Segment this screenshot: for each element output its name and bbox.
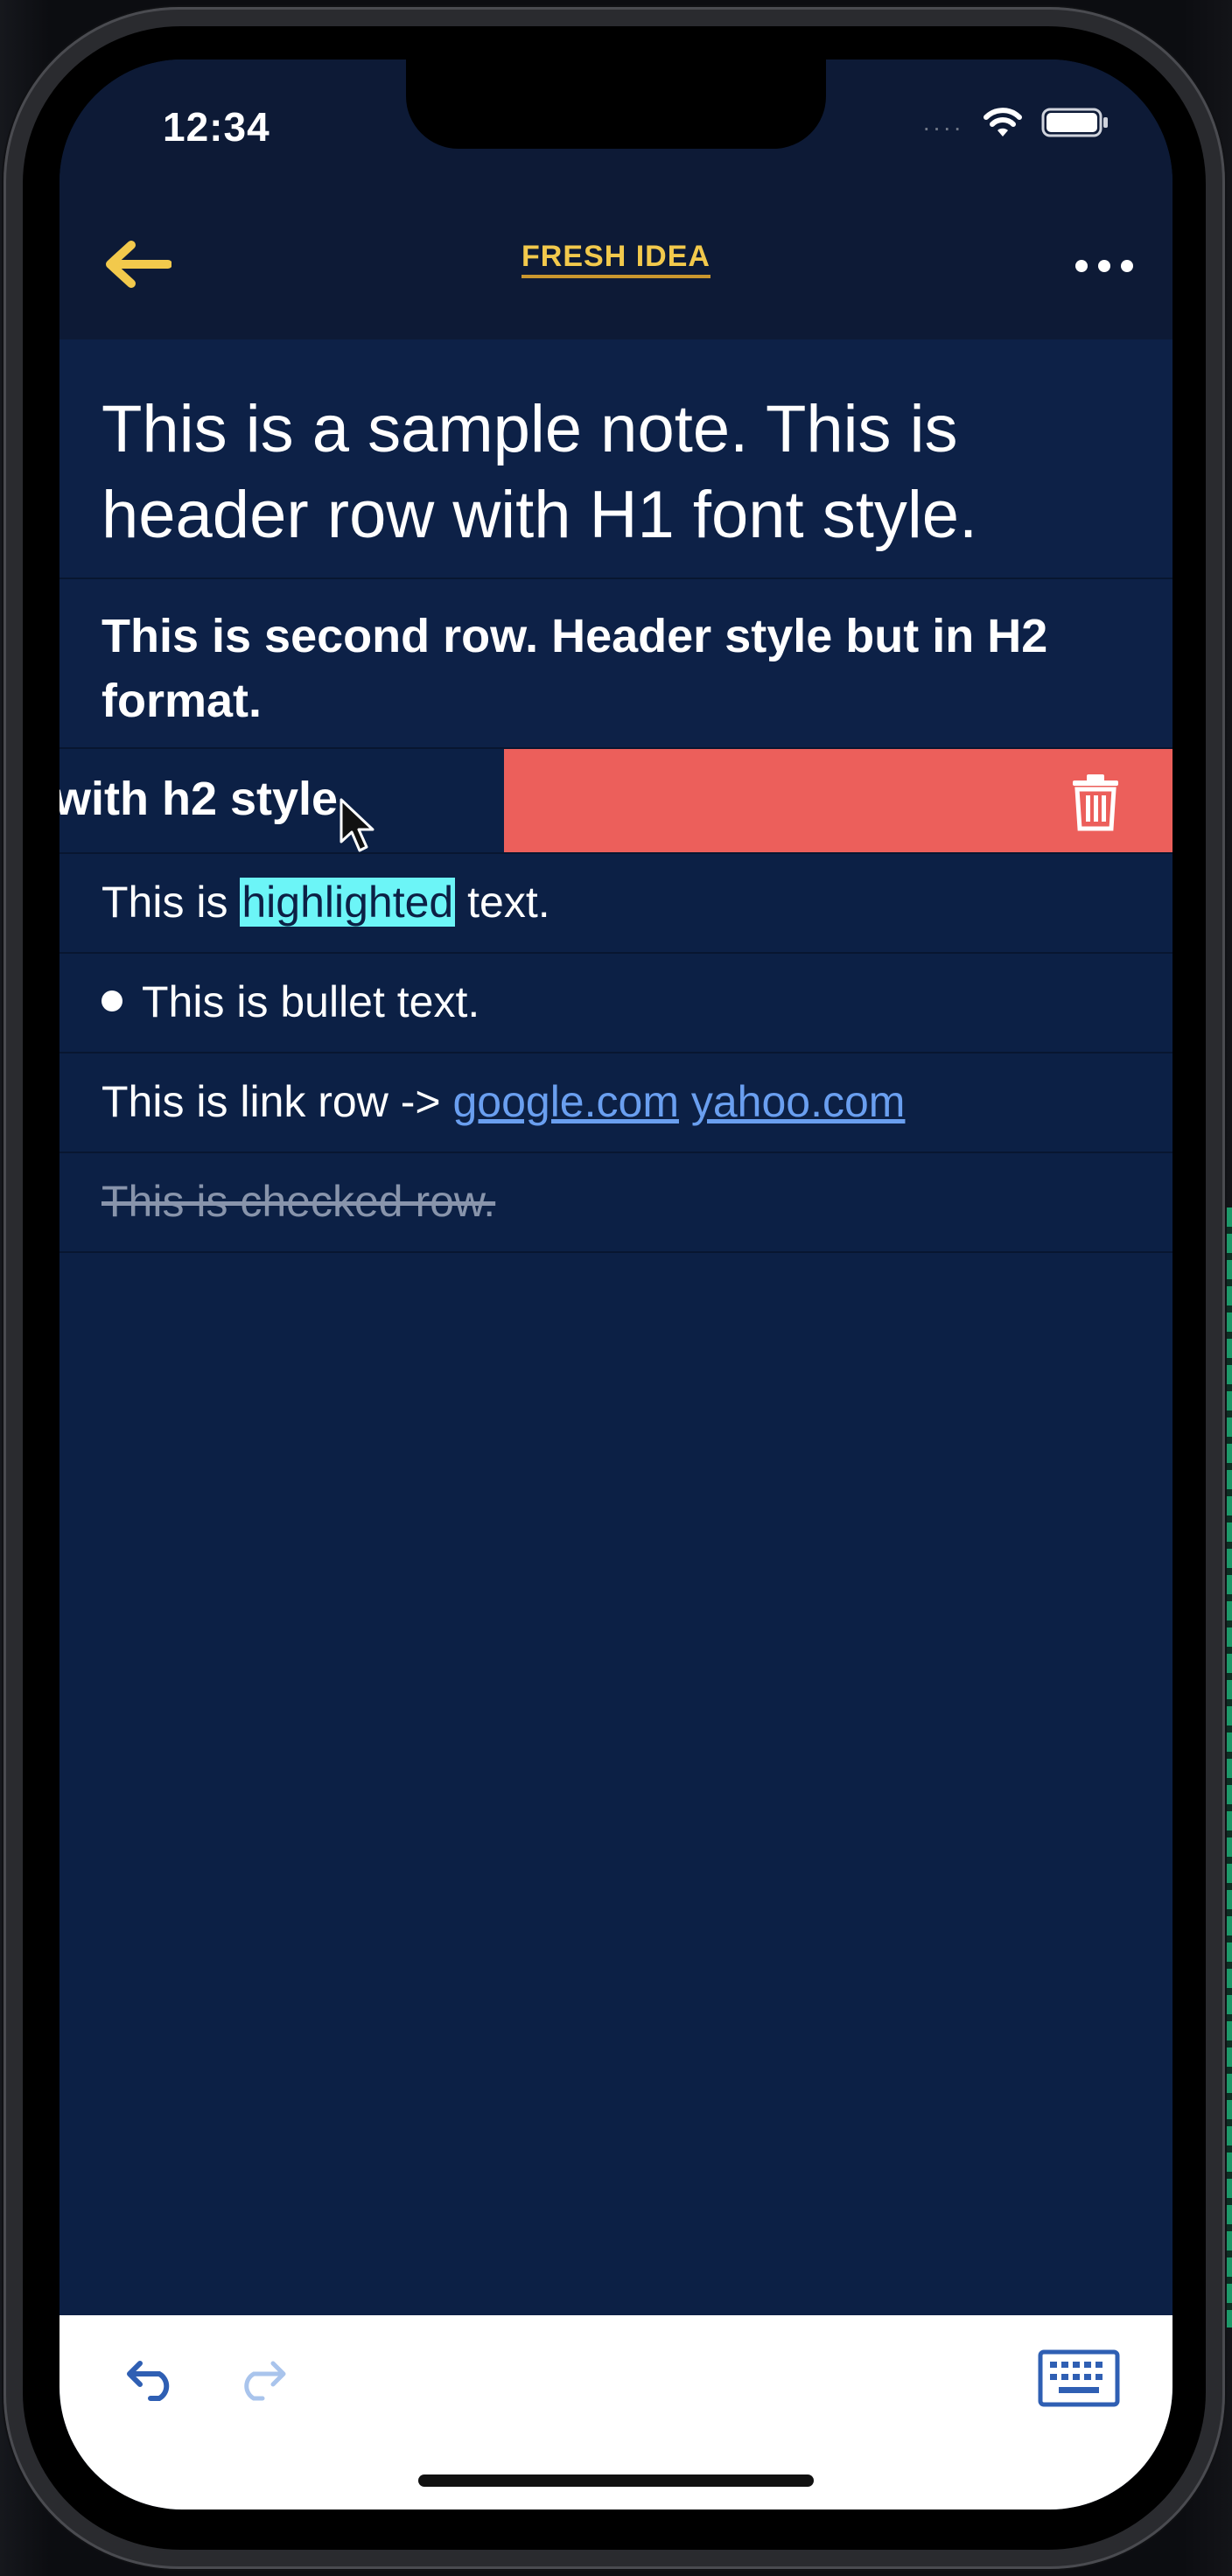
note-title-text: FRESH IDEA: [522, 240, 710, 278]
note-row-h1[interactable]: This is a sample note. This is header ro…: [60, 340, 1172, 579]
keyboard-icon: [1038, 2349, 1120, 2407]
keyboard-button[interactable]: [1031, 2343, 1127, 2413]
highlight-suffix: text.: [455, 878, 550, 927]
bullet-icon: [102, 990, 122, 1012]
link-google[interactable]: google.com: [452, 1077, 679, 1126]
undo-icon: [127, 2361, 170, 2401]
status-time: 12:34: [163, 104, 270, 150]
highlighted-text: highlighted: [240, 878, 456, 927]
app-header: FRESH IDEA: [60, 191, 1172, 340]
h2-text: This is second row. Header style but in …: [102, 610, 1048, 727]
link-yahoo[interactable]: yahoo.com: [691, 1077, 906, 1126]
signal-icon: ....: [922, 108, 964, 136]
note-row-bullet[interactable]: This is bullet text.: [60, 954, 1172, 1054]
status-icons: ....: [923, 107, 1110, 138]
trash-icon: [1073, 774, 1118, 831]
phone-screen: 12:34 .... FRESH IDEA This is a sample n…: [60, 60, 1172, 2510]
highlight-prefix: This is: [102, 878, 241, 927]
desktop-background: 12:34 .... FRESH IDEA This is a sample n…: [0, 0, 1232, 2576]
battery-icon: [1041, 107, 1110, 138]
wifi-icon: [984, 107, 1022, 138]
background-window-edge: [1225, 1208, 1232, 2328]
redo-icon: [244, 2361, 286, 2401]
mouse-cursor-icon: [340, 798, 374, 852]
link-row-prefix: This is link row ->: [102, 1077, 453, 1126]
bullet-text: This is bullet text.: [142, 977, 480, 1026]
note-row-links[interactable]: This is link row -> google.com yahoo.com: [60, 1054, 1172, 1153]
ellipsis-icon: [1075, 260, 1088, 272]
delete-row-button[interactable]: [504, 749, 1172, 852]
h1-text: This is a sample note. This is header ro…: [102, 392, 978, 552]
note-row-checked[interactable]: This is checked row.: [60, 1153, 1172, 1253]
note-body: This is a sample note. This is header ro…: [60, 340, 1172, 1253]
undo-button[interactable]: [117, 2343, 187, 2413]
more-options-button[interactable]: [1060, 231, 1148, 301]
note-row-swiped[interactable]: with h2 style: [60, 749, 1172, 854]
note-row-h2[interactable]: This is second row. Header style but in …: [60, 579, 1172, 749]
checked-text: This is checked row.: [102, 1177, 496, 1226]
home-indicator[interactable]: [418, 2474, 814, 2487]
redo-button[interactable]: [226, 2343, 296, 2413]
note-row-highlight[interactable]: This is highlighted text.: [60, 854, 1172, 954]
swiped-row-text: with h2 style: [60, 773, 339, 825]
notch: [406, 60, 826, 149]
note-title[interactable]: FRESH IDEA: [60, 240, 1172, 278]
